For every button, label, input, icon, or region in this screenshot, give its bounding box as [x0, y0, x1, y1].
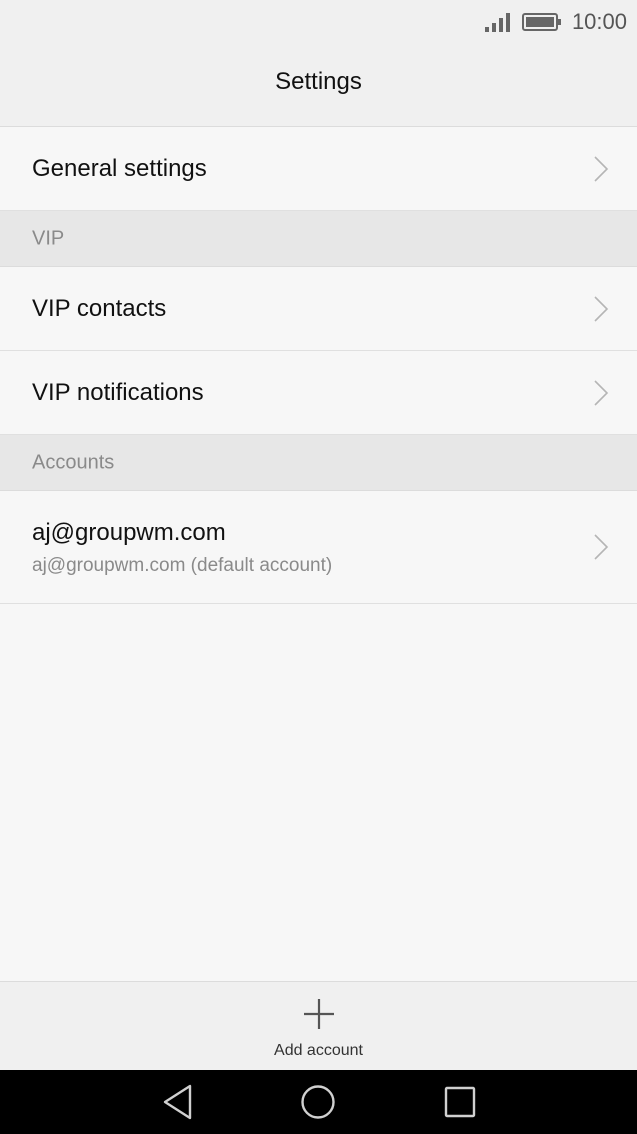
vip-contacts-label: VIP contacts	[32, 294, 167, 322]
general-settings-label: General settings	[32, 154, 207, 182]
back-button[interactable]	[158, 1082, 198, 1122]
account-item[interactable]: aj@groupwm.com aj@groupwm.com (default a…	[0, 491, 637, 604]
account-subtitle: aj@groupwm.com (default account)	[32, 555, 333, 576]
status-icons: 10:00	[484, 8, 627, 36]
chevron-right-icon	[594, 155, 609, 182]
navigation-bar	[0, 1070, 637, 1134]
home-icon	[301, 1085, 335, 1119]
section-label-vip: VIP	[32, 227, 65, 249]
vip-notifications-item[interactable]: VIP notifications	[0, 351, 637, 435]
chevron-right-icon	[594, 295, 609, 322]
signal-icon	[484, 13, 510, 32]
chevron-right-icon	[594, 379, 609, 406]
vip-contacts-item[interactable]: VIP contacts	[0, 267, 637, 351]
bottom-action-bar: Add account	[0, 981, 637, 1070]
vip-notifications-label: VIP notifications	[32, 378, 204, 406]
app-header: Settings	[0, 44, 637, 127]
plus-icon	[303, 999, 334, 1029]
add-account-button[interactable]: Add account	[249, 982, 389, 1070]
section-header-vip: VIP	[0, 211, 637, 267]
recents-icon	[444, 1086, 476, 1118]
section-label-accounts: Accounts	[32, 451, 115, 473]
account-title: aj@groupwm.com	[32, 519, 226, 546]
status-time: 10:00	[571, 9, 627, 34]
battery-icon	[521, 13, 561, 31]
general-settings-item[interactable]: General settings	[0, 127, 637, 211]
add-account-label: Add account	[274, 1042, 363, 1059]
page-title: Settings	[275, 68, 362, 95]
back-icon	[163, 1084, 192, 1120]
section-header-accounts: Accounts	[0, 435, 637, 491]
recents-button[interactable]	[440, 1082, 480, 1122]
status-bar: 10:00	[0, 0, 637, 44]
chevron-right-icon	[594, 534, 609, 560]
home-button[interactable]	[298, 1082, 338, 1122]
settings-list: General settings VIP VIP contacts VIP no…	[0, 127, 637, 604]
